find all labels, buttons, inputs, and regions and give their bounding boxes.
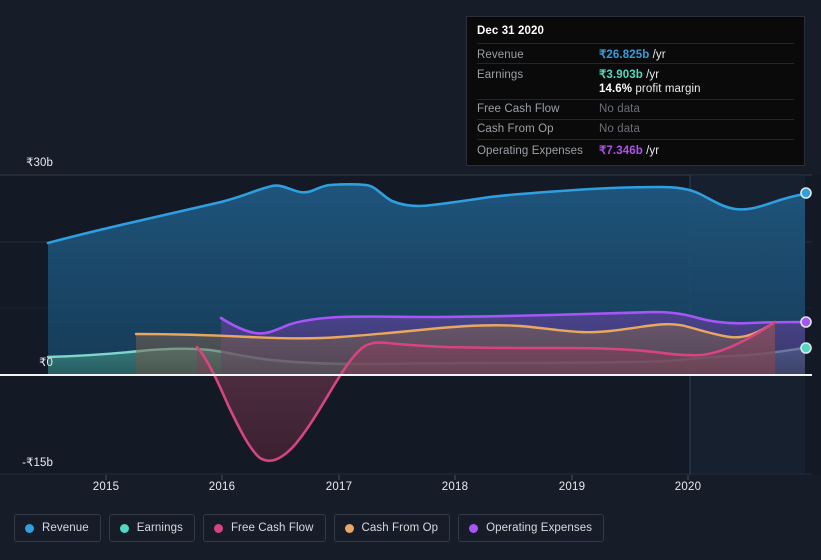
tooltip-key-cash-from-op: Cash From Op <box>477 123 554 135</box>
tooltip-value-profit-margin: 14.6% profit margin <box>599 83 701 95</box>
x-axis-label-2017: 2017 <box>325 481 353 493</box>
tooltip-unit-revenue: /yr <box>649 49 666 61</box>
legend-dot-icon-earnings <box>119 523 129 533</box>
tooltip-number-earnings: ₹3.903b <box>599 69 643 81</box>
legend-dot-icon-free-cash-flow <box>213 523 223 533</box>
x-axis-label-2015: 2015 <box>92 481 120 493</box>
x-axis-label-2019: 2019 <box>558 481 586 493</box>
legend-label-revenue: Revenue <box>42 522 89 534</box>
legend-label-free-cash-flow: Free Cash Flow <box>230 522 314 534</box>
tooltip-value-cash-from-op: No data <box>599 123 640 135</box>
chart-legend: Revenue Earnings Free Cash Flow Cash Fro… <box>14 514 605 542</box>
tooltip-unit-earnings: /yr <box>642 69 660 81</box>
legend-dot-icon-revenue <box>25 523 34 533</box>
y-axis-label-0: ₹30b <box>26 157 53 169</box>
tooltip-number-operating-expenses: ₹7.346b <box>599 145 643 157</box>
tooltip-value-revenue: ₹26.825b /yr <box>599 47 666 61</box>
tooltip-row-profit-margin: 14.6% profit margin <box>477 83 794 99</box>
x-axis-ticks <box>105 475 689 480</box>
legend-label-earnings: Earnings <box>136 522 183 534</box>
tooltip-key-earnings: Earnings <box>477 69 524 81</box>
tooltip-row-cash-from-op: Cash From Op No data <box>477 119 794 139</box>
tooltip-value-operating-expenses: ₹7.346b /yr <box>599 143 659 157</box>
x-axis-label-2016: 2016 <box>208 481 236 493</box>
legend-dot-icon-operating-expenses <box>469 523 479 533</box>
endpoint-dot-revenue[interactable] <box>800 187 812 199</box>
tooltip-key-revenue: Revenue <box>477 49 524 61</box>
tooltip-value-free-cash-flow: No data <box>599 103 640 115</box>
tooltip-number-profit-margin: 14.6% <box>599 83 633 95</box>
tooltip-row-operating-expenses: Operating Expenses ₹7.346b /yr <box>477 139 794 159</box>
legend-item-cash-from-op[interactable]: Cash From Op <box>333 514 451 542</box>
legend-item-earnings[interactable]: Earnings <box>108 514 195 542</box>
chart-page: ₹30b ₹0 -₹15b 2015 2016 2017 2018 2019 2… <box>0 0 821 560</box>
tooltip-date: Dec 31 2020 <box>477 25 544 37</box>
tooltip-value-earnings: ₹3.903b /yr <box>599 67 659 81</box>
legend-item-operating-expenses[interactable]: Operating Expenses <box>458 514 605 542</box>
tooltip-row-free-cash-flow: Free Cash Flow No data <box>477 99 794 119</box>
legend-item-free-cash-flow[interactable]: Free Cash Flow <box>202 514 326 542</box>
y-axis-label-1: ₹0 <box>39 357 53 369</box>
tooltip-key-operating-expenses: Operating Expenses <box>477 145 584 157</box>
tooltip-row-earnings: Earnings ₹3.903b /yr <box>477 63 794 83</box>
tooltip-row-revenue: Revenue ₹26.825b /yr <box>477 43 794 63</box>
tooltip-unit-operating-expenses: /yr <box>642 145 660 157</box>
chart-tooltip: Dec 31 2020 Revenue ₹26.825b /yr Earning… <box>466 16 805 166</box>
x-axis-label-2018: 2018 <box>441 481 469 493</box>
y-axis-label-2: -₹15b <box>22 457 53 469</box>
legend-label-operating-expenses: Operating Expenses <box>486 522 593 534</box>
legend-item-revenue[interactable]: Revenue <box>14 514 101 542</box>
tooltip-key-free-cash-flow: Free Cash Flow <box>477 103 560 115</box>
tooltip-number-revenue: ₹26.825b <box>599 49 650 61</box>
tooltip-unit-profit-margin: profit margin <box>632 83 701 95</box>
legend-label-cash-from-op: Cash From Op <box>361 522 439 534</box>
endpoint-dot-earnings[interactable] <box>800 342 812 354</box>
endpoint-dot-operating-expenses[interactable] <box>800 316 812 328</box>
legend-dot-icon-cash-from-op <box>344 523 354 533</box>
x-axis-label-2020: 2020 <box>674 481 702 493</box>
